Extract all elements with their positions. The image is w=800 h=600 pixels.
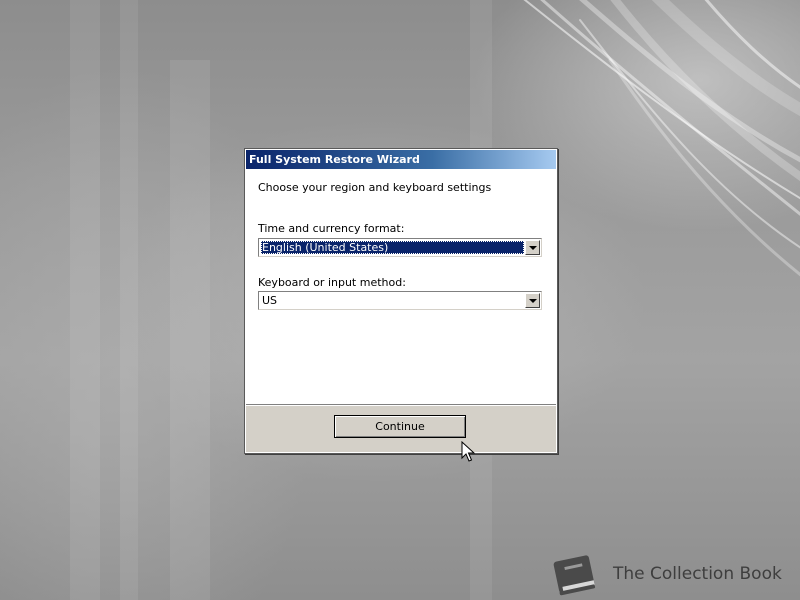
watermark-text: The Collection Book <box>613 564 782 584</box>
chevron-down-icon[interactable] <box>525 240 540 255</box>
time-currency-select[interactable]: English (United States) <box>258 238 542 257</box>
keyboard-label: Keyboard or input method: <box>258 276 406 289</box>
time-currency-label: Time and currency format: <box>258 222 405 235</box>
chevron-down-icon[interactable] <box>525 293 540 308</box>
continue-button[interactable]: Continue <box>334 415 466 438</box>
keyboard-value: US <box>262 294 278 307</box>
mouse-cursor-icon <box>461 441 475 462</box>
keyboard-select[interactable]: US <box>258 291 542 310</box>
book-icon <box>553 555 596 596</box>
time-currency-value: English (United States) <box>261 241 524 254</box>
watermark: The Collection Book <box>548 550 798 598</box>
dialog-title: Full System Restore Wizard <box>246 150 556 169</box>
dialog-heading: Choose your region and keyboard settings <box>258 181 492 194</box>
dialog-footer: Continue <box>246 404 556 452</box>
restore-wizard-dialog: Full System Restore Wizard Choose your r… <box>244 148 558 454</box>
